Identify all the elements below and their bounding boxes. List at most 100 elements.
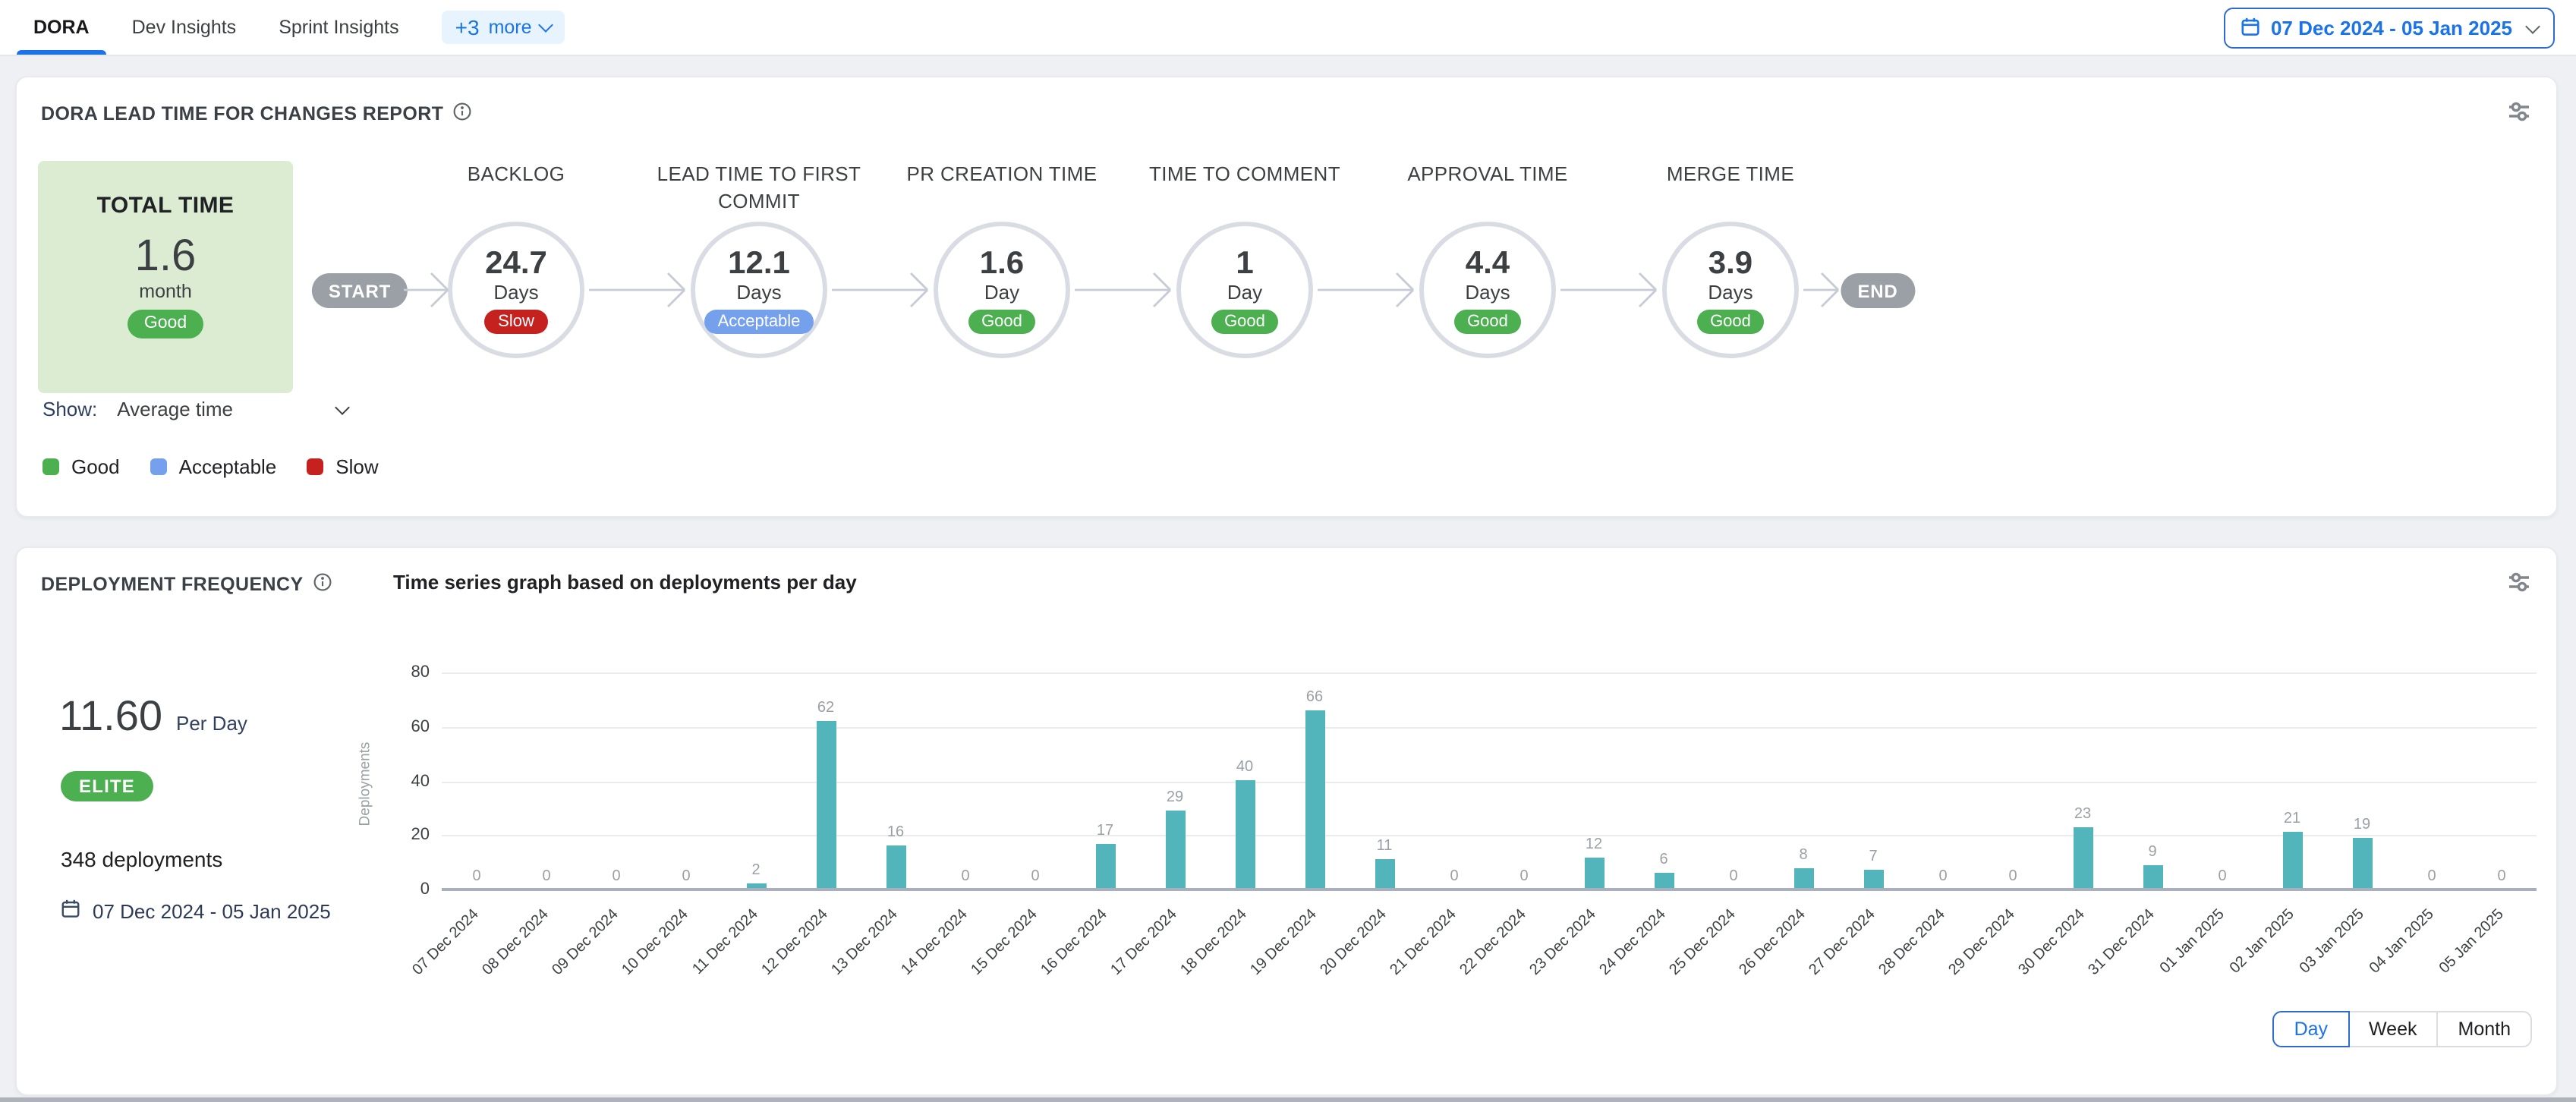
tab-dev-insights[interactable]: Dev Insights	[132, 0, 237, 55]
deployment-bar	[1165, 811, 1185, 889]
stage-value: 4.4	[1466, 247, 1510, 280]
x-tick-label: 19 Dec 2024	[1182, 906, 1320, 1044]
x-axis-line	[442, 888, 2537, 891]
date-range-button[interactable]: 07 Dec 2024 - 05 Jan 2025	[2224, 8, 2555, 49]
x-tick-label: 15 Dec 2024	[902, 906, 1041, 1044]
bar-value-label: 0	[1501, 868, 1547, 885]
x-tick-label: 08 Dec 2024	[414, 906, 552, 1044]
x-tick-label: 10 Dec 2024	[553, 906, 691, 1044]
bar-value-label: 40	[1222, 759, 1268, 776]
x-tick-label: 14 Dec 2024	[833, 906, 971, 1044]
deployment-bar	[2143, 865, 2162, 889]
granularity-month[interactable]: Month	[2437, 1011, 2533, 1047]
status-legend: Good Acceptable Slow	[43, 455, 379, 478]
show-row: Show: Average time	[43, 398, 348, 420]
flow-arrow-icon	[1075, 269, 1172, 311]
gridline	[442, 836, 2537, 837]
bar-value-label: 0	[2409, 868, 2455, 885]
lead-time-title: DORA LEAD TIME FOR CHANGES REPORT	[41, 103, 443, 124]
stage-value: 24.7	[485, 247, 547, 280]
chevron-down-icon	[335, 399, 350, 414]
bar-value-label: 6	[1641, 852, 1686, 868]
flow-arrow-icon	[1803, 269, 1840, 311]
stage-status-badge: Good	[1696, 309, 1765, 333]
deployment-bar	[886, 845, 905, 889]
legend-label: Acceptable	[179, 455, 277, 478]
x-tick-label: 21 Dec 2024	[1321, 906, 1460, 1044]
stage-unit: Days	[493, 282, 538, 303]
x-tick-label: 29 Dec 2024	[1880, 906, 2018, 1044]
stage-status-badge: Good	[968, 309, 1036, 333]
x-tick-label: 07 Dec 2024	[344, 906, 482, 1044]
bar-value-label: 0	[2479, 868, 2524, 885]
lead-time-card: DORA LEAD TIME FOR CHANGES REPORT TOTAL …	[15, 76, 2558, 518]
stage-value: 3.9	[1708, 247, 1752, 280]
flow-arrow-icon	[1560, 269, 1658, 311]
stage-value: 1.6	[980, 247, 1024, 280]
stage-unit: Days	[1708, 282, 1752, 303]
granularity-day[interactable]: Day	[2273, 1011, 2349, 1047]
x-tick-label: 17 Dec 2024	[1042, 906, 1180, 1044]
granularity-week[interactable]: Week	[2348, 1011, 2438, 1047]
stage-circle: 1.6DayGood	[934, 222, 1070, 358]
stage-title: LEAD TIME TO FIRST COMMIT	[630, 161, 888, 216]
stage-title: PR CREATION TIME	[873, 161, 1131, 216]
show-metric-dropdown[interactable]: Average time	[117, 398, 348, 420]
bar-value-label: 0	[524, 868, 569, 885]
stage-circle: 24.7DaysSlow	[448, 222, 584, 358]
x-tick-label: 25 Dec 2024	[1601, 906, 1739, 1044]
total-time-unit: month	[38, 281, 293, 302]
deployment-bar	[1584, 858, 1604, 889]
show-metric-value: Average time	[117, 398, 233, 420]
stage-title: APPROVAL TIME	[1359, 161, 1617, 216]
deployment-bar	[1235, 780, 1255, 889]
x-tick-label: 13 Dec 2024	[763, 906, 901, 1044]
x-tick-label: 18 Dec 2024	[1112, 906, 1250, 1044]
legend-item-good: Good	[43, 455, 120, 478]
deployment-bar	[1793, 868, 1813, 889]
y-tick-label: 60	[375, 718, 430, 736]
bar-value-label: 0	[594, 868, 639, 885]
legend-label: Good	[71, 455, 120, 478]
tab-sprint-insights[interactable]: Sprint Insights	[279, 0, 398, 55]
bar-value-label: 7	[1850, 849, 1896, 865]
tabs: DORA Dev Insights Sprint Insights +3 more	[33, 0, 565, 55]
more-tabs-button[interactable]: +3 more	[442, 11, 565, 44]
flow-arrow-icon	[404, 269, 449, 311]
deployment-bar	[1375, 859, 1394, 889]
x-tick-label: 22 Dec 2024	[1391, 906, 1529, 1044]
deployment-bar	[1863, 870, 1883, 889]
total-time-label: TOTAL TIME	[38, 193, 293, 219]
bar-value-label: 0	[2200, 868, 2245, 885]
flow-arrow-icon	[832, 269, 929, 311]
granularity-toggle: DayWeekMonth	[2273, 1011, 2532, 1047]
bar-value-label: 62	[803, 700, 849, 716]
x-tick-label: 01 Jan 2025	[2089, 906, 2228, 1044]
stage-status-badge: Good	[1211, 309, 1279, 333]
x-tick-label: 16 Dec 2024	[972, 906, 1110, 1044]
x-tick-label: 30 Dec 2024	[1950, 906, 2088, 1044]
legend-swatch	[307, 458, 323, 475]
show-label: Show:	[43, 398, 97, 420]
bar-value-label: 8	[1781, 847, 1826, 864]
bar-value-label: 29	[1152, 789, 1198, 806]
x-tick-label: 11 Dec 2024	[623, 906, 761, 1044]
legend-swatch	[43, 458, 59, 475]
stage-time-to-comment: TIME TO COMMENT1DayGood	[1116, 161, 1374, 358]
more-word: more	[489, 17, 532, 38]
bar-value-label: 0	[454, 868, 499, 885]
deployment-bar	[1654, 873, 1674, 889]
y-tick-label: 80	[375, 663, 430, 682]
stage-merge-time: MERGE TIME3.9DaysGood	[1601, 161, 1860, 358]
stage-title: TIME TO COMMENT	[1116, 161, 1374, 216]
widget-settings-icon[interactable]	[2506, 99, 2532, 124]
deployment-bar	[1305, 710, 1324, 889]
y-tick-label: 20	[375, 826, 430, 845]
plus-count: +3	[455, 20, 480, 35]
bar-value-label: 66	[1292, 689, 1337, 706]
x-tick-label: 26 Dec 2024	[1671, 906, 1809, 1044]
info-icon[interactable]	[452, 102, 472, 126]
tab-dora[interactable]: DORA	[33, 0, 90, 55]
deployments-bar-chart: Deployments 020406080007 Dec 2024008 Dec…	[17, 548, 2556, 1094]
legend-label: Slow	[335, 455, 378, 478]
